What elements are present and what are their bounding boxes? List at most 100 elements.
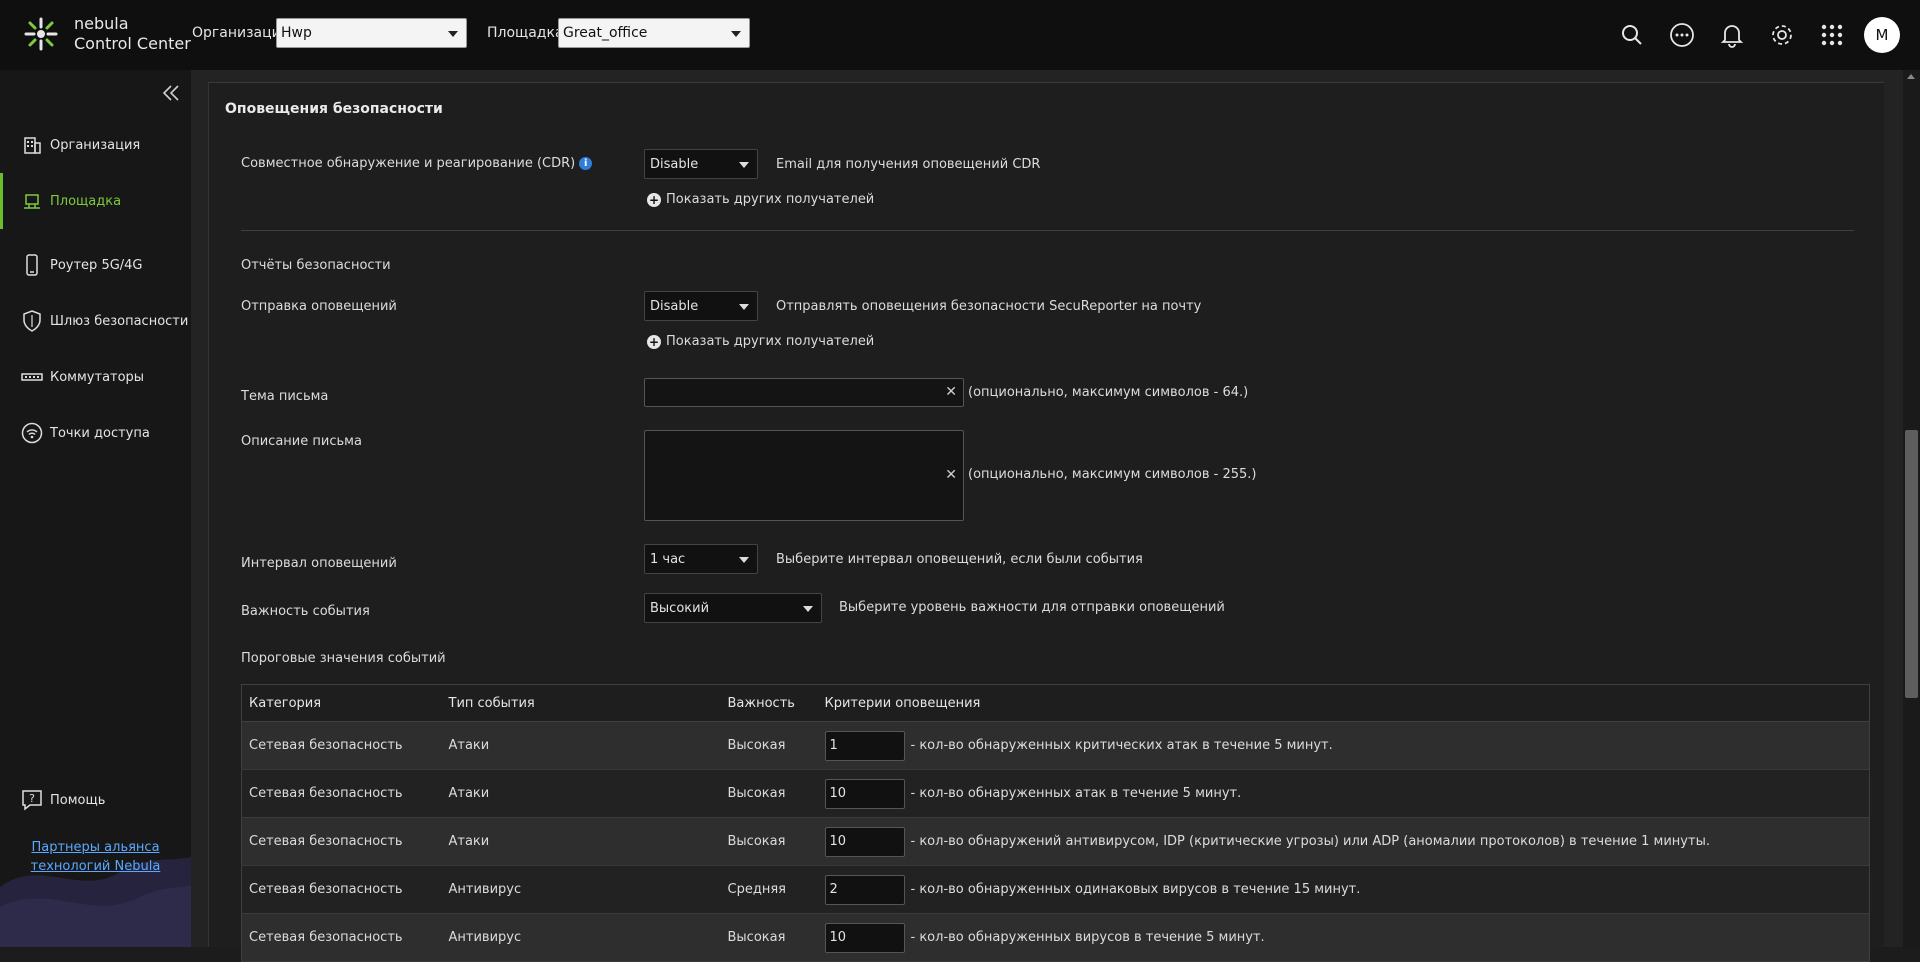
criteria-text: - кол-во обнаруженных атак в течение 5 м… [910,786,1242,801]
top-bar: nebula Control Center Организация: Hwp П… [0,0,1920,70]
cdr-select[interactable]: Disable [644,149,758,179]
nebula-logo-icon [22,15,60,53]
collapse-sidebar-icon[interactable] [161,83,181,103]
sidebar-item-router[interactable]: Роутер 5G/4G [0,247,191,283]
send-alerts-select[interactable]: Disable [644,291,758,321]
building-icon [20,133,44,157]
top-icons: M [1602,15,1900,55]
cell-category: Сетевая безопасность [241,913,442,962]
cell-criteria: 1 - кол-во обнаруженных критических атак … [817,721,1870,770]
apps-grid-icon[interactable] [1812,15,1852,55]
show-more-recipients-1[interactable]: + Показать других получателей [647,192,874,207]
sidebar-item-label: Шлюз безопасности [50,313,189,329]
cdr-description: Email для получения оповещений CDR [776,157,1041,172]
threshold-input[interactable]: 1 [824,730,905,761]
table-row: Сетевая безопасность Антивирус Средняя 2… [241,865,1870,914]
cell-severity: Высокая [720,817,818,866]
section-title: Оповещения безопасности [225,101,443,117]
info-icon[interactable]: i [579,157,593,170]
switch-icon [20,365,44,389]
plus-icon: + [647,334,661,349]
gear-icon[interactable] [1762,15,1802,55]
interval-select-value: 1 час [650,552,686,567]
sidebar-item-access-points[interactable]: Точки доступа [0,415,191,451]
interval-select[interactable]: 1 час [644,544,758,574]
cell-type: Атаки [441,817,721,866]
cdr-label: Совместное обнаружение и реагирование (C… [241,156,576,171]
help-label: Помощь [50,792,106,808]
sidebar: Организация Площадка Роутер 5G/4G Шлюз б… [0,70,191,947]
site-icon [20,189,44,213]
subject-input[interactable]: ✕ [644,378,964,407]
more-icon[interactable] [1662,15,1702,55]
table-header-row: Категория Тип события Важность Критерии … [241,684,1870,722]
sidebar-item-switches[interactable]: Коммутаторы [0,359,191,395]
plus-icon: + [647,192,661,207]
severity-label: Важность события [241,604,370,619]
threshold-input[interactable]: 2 [824,874,905,905]
cdr-select-value: Disable [650,157,699,172]
clear-icon[interactable]: ✕ [945,384,957,400]
description-label: Описание письма [241,434,362,449]
phone-icon [20,253,44,277]
table-row: Сетевая безопасность Атаки Высокая 10 - к… [241,769,1870,818]
avatar[interactable]: M [1864,17,1900,53]
column-header-type: Тип события [441,684,721,722]
description-textarea[interactable]: ✕ [644,430,964,521]
brand-line1: nebula [74,14,129,33]
page-scrollbar[interactable] [1903,70,1920,947]
sidebar-item-organization[interactable]: Организация [0,127,191,163]
scroll-thumb[interactable] [1905,430,1918,698]
partners-line2: технологий Nebula [30,859,161,874]
reports-title: Отчёты безопасности [241,258,391,273]
table-row: Сетевая безопасность Атаки Высокая 1 - ко… [241,721,1870,770]
thresholds-title: Пороговые значения событий [241,651,446,666]
help-icon: ? [20,788,44,812]
sidebar-item-label: Точки доступа [50,425,150,441]
chevron-down-icon [803,606,813,612]
send-alerts-description: Отправлять оповещения безопасности SecuR… [776,299,1202,314]
brand[interactable]: nebula Control Center [22,14,191,54]
threshold-input[interactable]: 10 [824,826,905,857]
show-more-label: Показать других получателей [666,192,875,207]
chevron-down-icon [739,304,749,310]
site-select-value: Great_office [563,25,648,41]
sidebar-item-security-gateway[interactable]: Шлюз безопасности [0,303,191,339]
criteria-text: - кол-во обнаруженных критических атак в… [910,738,1333,753]
description-hint: (опционально, максимум символов - 255.) [968,467,1257,482]
partners-link[interactable]: Партнеры альянса технологий Nebula [0,838,191,876]
cell-severity: Высокая [720,769,818,818]
sidebar-item-site[interactable]: Площадка [0,173,191,229]
bell-icon[interactable] [1712,15,1752,55]
cell-severity: Средняя [720,865,818,914]
site-select[interactable]: Great_office [558,18,750,48]
cell-criteria: 10 - кол-во обнаруженных атак в течение 5… [817,769,1870,818]
subject-hint: (опционально, максимум символов - 64.) [968,385,1249,400]
threshold-input[interactable]: 10 [824,778,905,809]
clear-icon[interactable]: ✕ [945,467,957,483]
chevron-down-icon [739,162,749,168]
threshold-input[interactable]: 10 [824,922,905,953]
chevron-down-icon [731,31,741,37]
show-more-label: Показать других получателей [666,334,875,349]
cell-severity: Высокая [720,721,818,770]
org-select-value: Hwp [281,25,312,41]
severity-select[interactable]: Высокий [644,593,822,623]
org-select[interactable]: Hwp [276,18,467,48]
search-icon[interactable] [1612,15,1652,55]
sidebar-item-label: Площадка [50,193,122,209]
interval-label: Интервал оповещений [241,556,397,571]
access-point-icon [20,421,44,445]
column-header-severity: Важность [720,684,818,722]
brand-text: nebula Control Center [74,14,191,54]
svg-text:?: ? [29,792,35,805]
scroll-up-icon[interactable] [1907,74,1915,79]
criteria-text: - кол-во обнаружений антивирусом, IDP (к… [910,834,1710,849]
help-link[interactable]: ? Помощь [20,788,105,812]
cell-severity: Высокая [720,913,818,962]
show-more-recipients-2[interactable]: + Показать других получателей [647,334,874,349]
table-row: Сетевая безопасность Атаки Высокая 10 - к… [241,817,1870,866]
criteria-text: - кол-во обнаруженных одинаковых вирусов… [910,882,1361,897]
cell-category: Сетевая безопасность [241,769,442,818]
column-header-category: Категория [241,684,442,722]
